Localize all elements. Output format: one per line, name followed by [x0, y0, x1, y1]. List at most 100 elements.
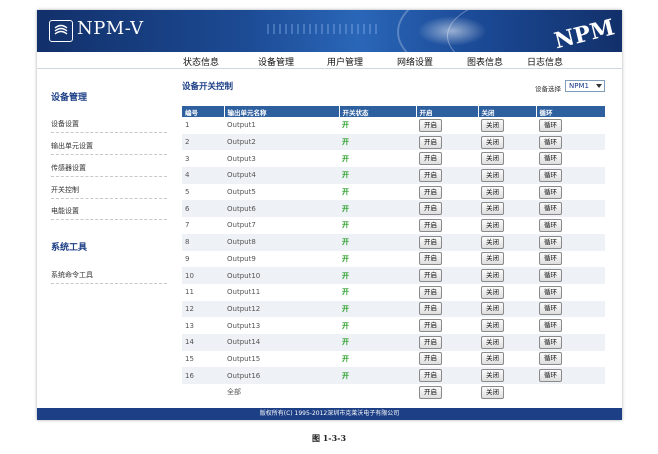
cycle-button[interactable]: 循环 [539, 369, 562, 383]
on-button[interactable]: 开启 [419, 218, 442, 232]
nav-network-settings[interactable]: 网络设置 [397, 55, 433, 68]
column-header: 开启 [416, 106, 479, 117]
cycle-button[interactable]: 循环 [539, 118, 562, 132]
device-select[interactable]: NPM1 [565, 80, 605, 92]
on-button[interactable]: 开启 [419, 152, 442, 166]
cell-on: 开启 [416, 317, 478, 334]
sidebar-section-title: 系统工具 [51, 243, 88, 253]
cell-off: 关闭 [478, 167, 536, 184]
row-switch-state: 开 [339, 367, 416, 384]
cycle-button[interactable]: 循环 [539, 269, 562, 283]
sidebar-item-switch-control[interactable]: 开关控制 [51, 185, 167, 199]
npm-logo-icon [49, 20, 73, 42]
off-button[interactable]: 关闭 [481, 269, 504, 283]
cell-on: 开启 [416, 333, 478, 351]
cycle-button[interactable]: 循环 [539, 319, 562, 333]
off-button[interactable]: 关闭 [481, 168, 504, 182]
cycle-button[interactable]: 循环 [539, 185, 562, 199]
cycle-button[interactable]: 循环 [539, 302, 562, 316]
cell-off: 关闭 [478, 283, 536, 301]
header-banner: NPM-V NPM [37, 10, 622, 52]
state-on-badge: 开 [342, 138, 349, 147]
table-row: 11 Output11 开 开启 关闭 循环 [182, 283, 605, 301]
row-switch-state: 开 [339, 317, 416, 334]
cycle-button[interactable]: 循环 [539, 168, 562, 182]
cell-on: 开启 [416, 384, 478, 401]
row-id: 10 [182, 267, 224, 284]
off-button[interactable]: 关闭 [481, 319, 504, 333]
sidebar-item-power-settings[interactable]: 电能设置 [51, 206, 167, 220]
cycle-button[interactable]: 循环 [539, 335, 562, 349]
nav-status[interactable]: 状态信息 [183, 55, 219, 68]
nav-chart-info[interactable]: 图表信息 [467, 55, 503, 68]
cycle-button[interactable]: 循环 [539, 352, 562, 366]
off-button[interactable]: 关闭 [481, 135, 504, 149]
off-button[interactable]: 关闭 [481, 218, 504, 232]
on-button[interactable]: 开启 [419, 302, 442, 316]
row-switch-state: 开 [339, 350, 416, 368]
row-switch-state: 开 [339, 117, 416, 134]
cycle-button[interactable]: 循环 [539, 202, 562, 216]
on-button[interactable]: 开启 [419, 118, 442, 132]
off-button[interactable]: 关闭 [481, 185, 504, 199]
cell-cycle: 循环 [536, 300, 605, 318]
cycle-button[interactable]: 循环 [539, 252, 562, 266]
cycle-button[interactable]: 循环 [539, 152, 562, 166]
on-button[interactable]: 开启 [419, 135, 442, 149]
row-output-name: Output6 [224, 200, 339, 218]
sidebar-item-system-command-tool[interactable]: 系统命令工具 [51, 270, 167, 284]
row-id: 3 [182, 150, 224, 168]
cycle-button[interactable]: 循环 [539, 135, 562, 149]
off-button[interactable]: 关闭 [481, 302, 504, 316]
footer-copyright: 版权所有(C) 1995-2012深圳市克莱沃电子有限公司 [37, 408, 622, 420]
state-on-badge: 开 [342, 271, 349, 280]
off-button[interactable]: 关闭 [481, 152, 504, 166]
sidebar-item-device-settings[interactable]: 设备设置 [51, 119, 167, 133]
table-row: 2 Output2 开 开启 关闭 循环 [182, 133, 605, 151]
table-row: 10 Output10 开 开启 关闭 循环 [182, 267, 605, 284]
off-button[interactable]: 关闭 [481, 352, 504, 366]
cell-on: 开启 [416, 300, 478, 318]
nav-log-info[interactable]: 日志信息 [527, 55, 563, 68]
table-row: 13 Output13 开 开启 关闭 循环 [182, 317, 605, 334]
row-switch-state: 开 [339, 267, 416, 284]
table-row: 7 Output7 开 开启 关闭 循环 [182, 217, 605, 234]
sidebar-item-output-settings[interactable]: 输出单元设置 [51, 141, 167, 155]
on-button[interactable]: 开启 [419, 335, 442, 349]
on-button[interactable]: 开启 [419, 369, 442, 383]
nav-user-management[interactable]: 用户管理 [327, 55, 363, 68]
header-decoration [417, 16, 487, 46]
on-button[interactable]: 开启 [419, 352, 442, 366]
on-button[interactable]: 开启 [419, 202, 442, 216]
off-button[interactable]: 关闭 [481, 335, 504, 349]
off-button[interactable]: 关闭 [481, 285, 504, 299]
on-button[interactable]: 开启 [419, 168, 442, 182]
nav-device-management[interactable]: 设备管理 [258, 55, 294, 68]
off-button[interactable]: 关闭 [481, 202, 504, 216]
table-row: 8 Output8 开 开启 关闭 循环 [182, 233, 605, 251]
on-button[interactable]: 开启 [419, 235, 442, 249]
on-button[interactable]: 开启 [419, 185, 442, 199]
cell-off: 关闭 [478, 300, 536, 318]
off-button[interactable]: 关闭 [481, 118, 504, 132]
off-button[interactable]: 关闭 [481, 385, 504, 399]
on-button[interactable]: 开启 [419, 269, 442, 283]
off-button[interactable]: 关闭 [481, 369, 504, 383]
cycle-button[interactable]: 循环 [539, 235, 562, 249]
off-button[interactable]: 关闭 [481, 252, 504, 266]
state-on-badge: 开 [342, 354, 349, 363]
cycle-button[interactable]: 循环 [539, 218, 562, 232]
on-button[interactable]: 开启 [419, 285, 442, 299]
on-button[interactable]: 开启 [419, 252, 442, 266]
state-on-badge: 开 [342, 204, 349, 213]
off-button[interactable]: 关闭 [481, 235, 504, 249]
cycle-button[interactable]: 循环 [539, 285, 562, 299]
table-row: 6 Output6 开 开启 关闭 循环 [182, 200, 605, 218]
row-id: 4 [182, 167, 224, 184]
header-decoration [267, 24, 377, 34]
on-button[interactable]: 开启 [419, 385, 442, 399]
on-button[interactable]: 开启 [419, 319, 442, 333]
sidebar-item-sensor-settings[interactable]: 传感器设置 [51, 163, 167, 177]
cell-off: 关闭 [478, 233, 536, 251]
row-output-name: Output5 [224, 183, 339, 201]
